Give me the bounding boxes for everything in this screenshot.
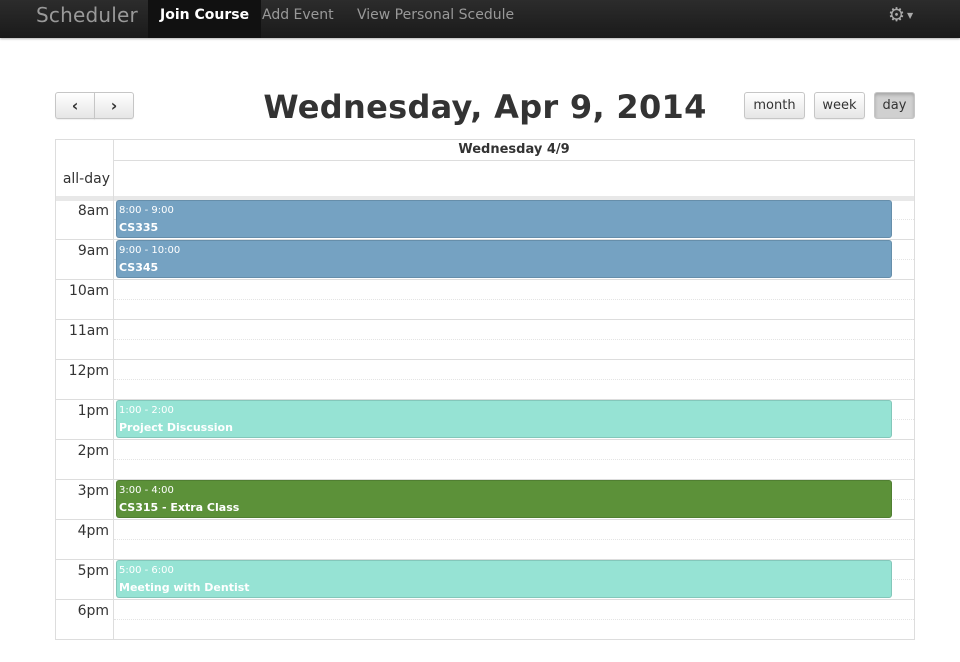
hour-label: 2pm — [77, 443, 109, 459]
event-time: 1:00 - 2:00 — [119, 405, 174, 416]
calendar-event[interactable]: 1:00 - 2:00 Project Discussion — [116, 400, 892, 438]
axis-divider — [113, 140, 114, 639]
half-hour-line — [114, 379, 914, 380]
top-navbar: Scheduler Join Course Add Event View Per… — [0, 0, 960, 38]
time-slot[interactable]: 4pm — [56, 520, 914, 560]
hour-label: 9am — [77, 243, 109, 259]
settings-dropdown[interactable]: ⚙ ▼ — [888, 4, 913, 26]
nav-join-course[interactable]: Join Course — [148, 0, 262, 38]
hour-label: 1pm — [77, 403, 109, 419]
brand-logo[interactable]: Scheduler — [36, 0, 138, 30]
event-title: Project Discussion — [119, 421, 233, 434]
allday-label: all-day — [62, 171, 110, 187]
half-hour-line — [114, 339, 914, 340]
event-time: 9:00 - 10:00 — [119, 245, 181, 256]
hour-label: 5pm — [77, 563, 109, 579]
calendar-event[interactable]: 5:00 - 6:00 Meeting with Dentist — [116, 560, 892, 598]
time-slot[interactable]: 11am — [56, 320, 914, 360]
half-hour-line — [114, 459, 914, 460]
hour-label: 12pm — [68, 363, 109, 379]
nav-view-personal-schedule[interactable]: View Personal Scedule — [357, 0, 514, 30]
day-view-button[interactable]: day — [874, 92, 915, 119]
week-view-button[interactable]: week — [814, 92, 865, 119]
half-hour-line — [114, 539, 914, 540]
hour-label: 8am — [77, 203, 109, 219]
time-slot[interactable]: 2pm — [56, 440, 914, 480]
event-title: CS345 — [119, 261, 159, 274]
day-column-header: Wednesday 4/9 — [114, 140, 914, 161]
event-time: 8:00 - 9:00 — [119, 205, 174, 216]
hour-label: 3pm — [77, 483, 109, 499]
caret-down-icon: ▼ — [907, 10, 914, 20]
calendar-event[interactable]: 8:00 - 9:00 CS335 — [116, 200, 892, 238]
day-calendar: Wednesday 4/9 all-day 8am 9am 10am 11am 12pm… — [55, 139, 915, 640]
hour-label: 6pm — [77, 603, 109, 619]
month-view-button[interactable]: month — [744, 92, 805, 119]
nav-add-event[interactable]: Add Event — [262, 0, 334, 30]
event-title: CS315 - Extra Class — [119, 501, 240, 514]
hour-label: 10am — [68, 283, 109, 299]
event-time: 3:00 - 4:00 — [119, 485, 174, 496]
hour-label: 4pm — [77, 523, 109, 539]
event-title: Meeting with Dentist — [119, 581, 250, 594]
calendar-event[interactable]: 9:00 - 10:00 CS345 — [116, 240, 892, 278]
half-hour-line — [114, 299, 914, 300]
hour-label: 11am — [68, 323, 109, 339]
time-slot[interactable]: 6pm — [56, 600, 914, 639]
gear-icon: ⚙ — [888, 4, 906, 26]
event-time: 5:00 - 6:00 — [119, 565, 174, 576]
time-slot[interactable]: 12pm — [56, 360, 914, 400]
half-hour-line — [114, 619, 914, 620]
event-title: CS335 — [119, 221, 159, 234]
time-slot[interactable]: 10am — [56, 280, 914, 320]
calendar-event[interactable]: 3:00 - 4:00 CS315 - Extra Class — [116, 480, 892, 518]
